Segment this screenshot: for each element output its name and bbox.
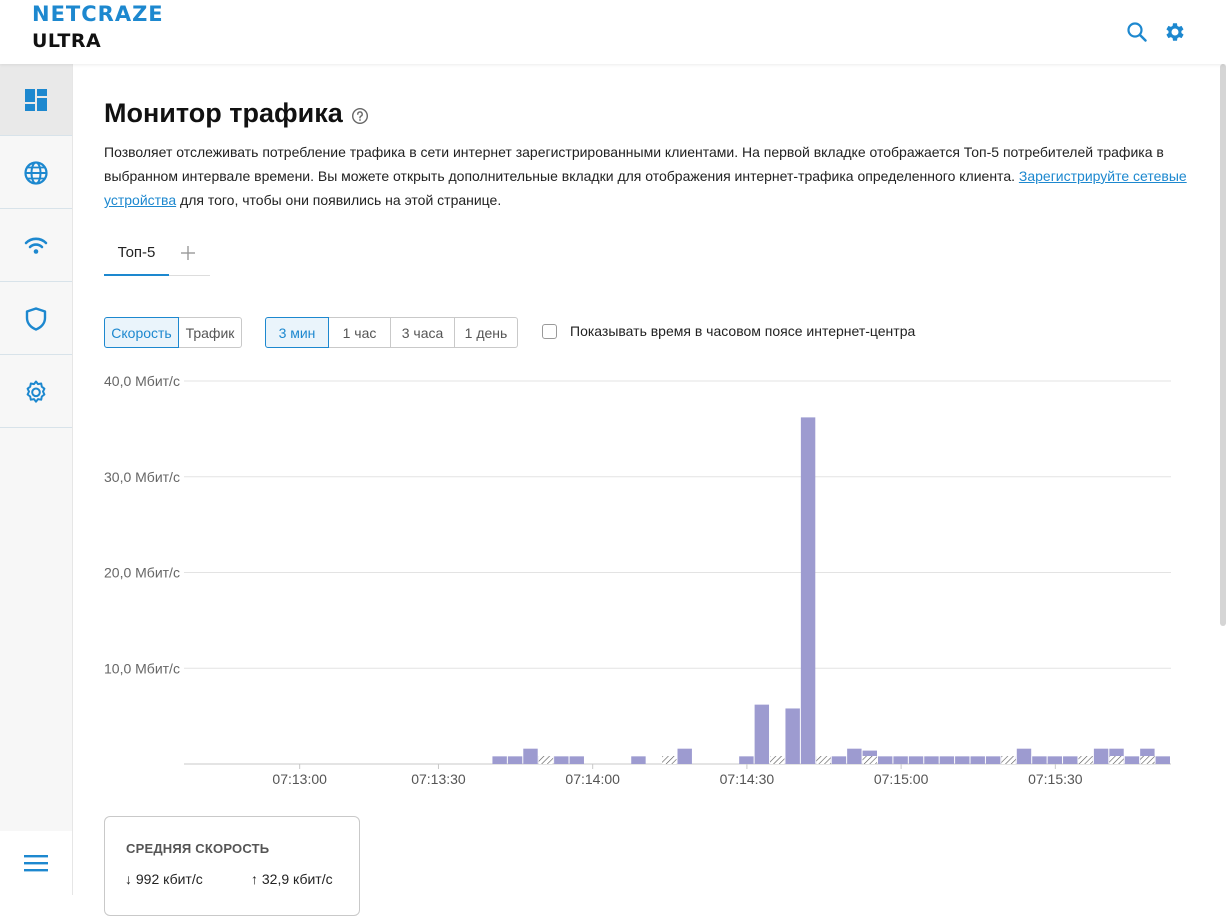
chart-bar[interactable] [554, 756, 569, 764]
average-speed-title: СРЕДНЯЯ СКОРОСТЬ [126, 841, 270, 856]
chart-bar[interactable] [492, 756, 507, 764]
sidebar-item-dashboard[interactable] [0, 64, 72, 136]
chart-bar[interactable] [985, 756, 1001, 764]
chart-bar[interactable] [1155, 756, 1170, 764]
chart-bar[interactable] [800, 417, 816, 764]
range-1h-button[interactable]: 1 час [329, 317, 391, 348]
logo-top-text: NETCRAZE [32, 2, 164, 26]
chart-bar-hatched [1001, 756, 1016, 764]
mode-toggle: Скорость Трафик [104, 317, 242, 348]
chart-bar-hatched [770, 756, 785, 764]
chart-bar[interactable] [1093, 748, 1109, 764]
sidebar-item-security[interactable] [0, 283, 72, 355]
chart-bar[interactable] [877, 756, 893, 764]
sidebar [0, 64, 73, 895]
chart-bar[interactable] [970, 756, 985, 764]
page-title: Монитор трафика [104, 98, 343, 128]
chart-bar-hatched [1140, 756, 1155, 764]
chart-bar[interactable] [677, 748, 692, 764]
globe-icon [24, 160, 48, 185]
sidebar-item-internet[interactable] [0, 137, 72, 209]
range-3min-button[interactable]: 3 мин [265, 317, 329, 348]
sidebar-menu-toggle[interactable] [0, 831, 72, 895]
timezone-checkbox[interactable]: Показывать время в часовом поясе интерне… [542, 323, 915, 339]
upload-speed: ↑ 32,9 кбит/с [251, 871, 333, 887]
desc-text-2: для того, чтобы они появились на этой ст… [176, 192, 502, 208]
sidebar-item-wifi[interactable] [0, 210, 72, 282]
logo[interactable]: NETCRAZE ULTRA [32, 4, 164, 51]
chart-bar[interactable] [1124, 756, 1140, 764]
speed-option-button[interactable]: Скорость [104, 317, 179, 348]
x-tick-label: 07:13:00 [272, 771, 327, 787]
range-toggle: 3 мин 1 час 3 часа 1 день [265, 317, 518, 348]
chart-bar[interactable] [831, 756, 847, 764]
x-tick-label: 07:13:30 [411, 771, 466, 787]
chart-bar[interactable] [507, 756, 523, 764]
chart-bar-hatched [862, 756, 877, 764]
x-tick-label: 07:14:00 [565, 771, 620, 787]
chart-bar[interactable] [908, 756, 924, 764]
wifi-icon [24, 237, 48, 254]
range-3h-button[interactable]: 3 часа [391, 317, 455, 348]
page-description: Позволяет отслеживать потребление трафик… [104, 140, 1189, 212]
shield-icon [25, 306, 47, 331]
chart-bar[interactable] [631, 756, 646, 764]
chart-bar-hatched [1078, 756, 1093, 764]
add-tab-icon[interactable] [178, 243, 198, 263]
chart-bar[interactable] [1016, 748, 1032, 764]
top-header: NETCRAZE ULTRA [0, 0, 1226, 64]
chart-bar[interactable] [739, 756, 754, 764]
hamburger-icon [24, 855, 48, 872]
title-row: Монитор трафика [104, 98, 369, 129]
chart-bar-hatched [538, 756, 554, 764]
chart-bar[interactable] [939, 756, 955, 764]
traffic-chart: 40,0 Мбит/с 30,0 Мбит/с 20,0 Мбит/с 10,0 Мб… [104, 373, 1171, 787]
chart-bar[interactable] [955, 756, 970, 764]
help-icon[interactable] [351, 107, 369, 125]
y-tick-label: 30,0 Мбит/с [104, 469, 180, 485]
chart-bar[interactable] [1063, 756, 1078, 764]
chart-bar[interactable] [569, 756, 584, 764]
average-speed-card: СРЕДНЯЯ СКОРОСТЬ ↓ 992 кбит/с ↑ 32,9 кби… [104, 816, 360, 916]
chart-bar-hatched [662, 756, 677, 764]
chart-bar[interactable] [893, 756, 908, 764]
chart-bar[interactable] [523, 748, 538, 764]
search-icon[interactable] [1125, 20, 1149, 44]
sidebar-item-settings[interactable] [0, 356, 72, 428]
chart-bar[interactable] [785, 708, 800, 764]
y-tick-label: 10,0 Мбит/с [104, 660, 180, 676]
timezone-checkbox-label: Показывать время в часовом поясе интерне… [570, 323, 916, 339]
chart-bar-hatched [816, 756, 831, 764]
desc-text-1: Позволяет отслеживать потребление трафик… [104, 144, 1164, 184]
dashboard-icon [25, 88, 47, 111]
logo-bottom-text: ULTRA [32, 30, 102, 52]
y-tick-label: 40,0 Мбит/с [104, 373, 180, 389]
x-tick-label: 07:14:30 [720, 771, 775, 787]
y-tick-label: 20,0 Мбит/с [104, 565, 180, 581]
download-speed: ↓ 992 кбит/с [125, 871, 203, 887]
chart-bar-hatched [1109, 756, 1124, 764]
chart-bar[interactable] [754, 704, 770, 764]
page-scrollbar[interactable] [1220, 64, 1226, 626]
chart-bar[interactable] [1032, 756, 1047, 764]
gear-icon [26, 380, 46, 403]
gear-icon[interactable] [1163, 20, 1187, 44]
traffic-option-button[interactable]: Трафик [179, 317, 242, 348]
checkbox-box[interactable] [542, 323, 557, 339]
chart-bar[interactable] [1047, 756, 1063, 764]
x-tick-label: 07:15:30 [1028, 771, 1083, 787]
chart-bar[interactable] [847, 748, 862, 764]
chart-bar[interactable] [924, 756, 939, 764]
range-1d-button[interactable]: 1 день [455, 317, 518, 348]
tab-top5[interactable]: Топ-5 [104, 244, 169, 276]
tab-bar: Топ-5 [104, 240, 210, 276]
x-tick-label: 07:15:00 [874, 771, 929, 787]
